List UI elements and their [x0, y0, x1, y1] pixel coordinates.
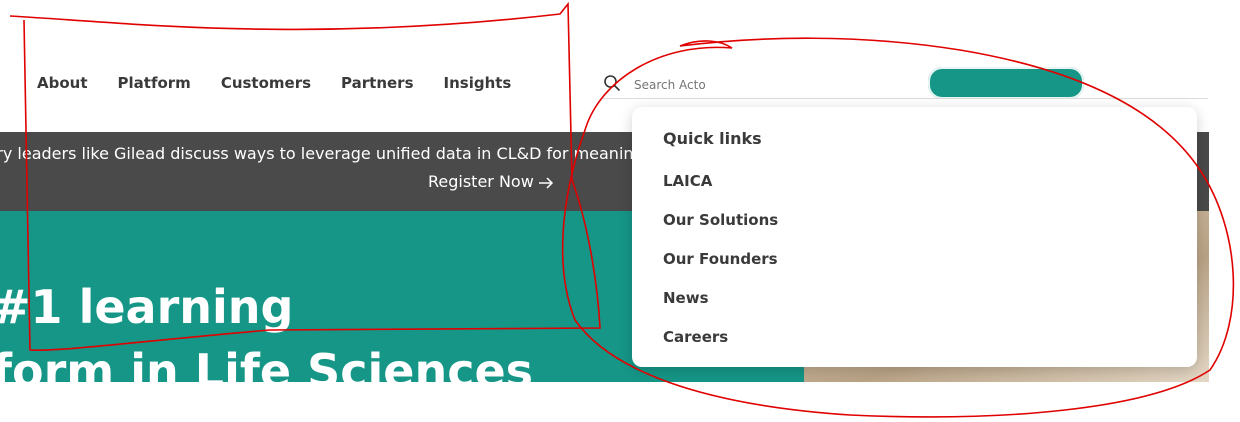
arrow-right-icon [538, 176, 553, 189]
nav-link-partners[interactable]: Partners [341, 72, 413, 94]
quick-link-our-founders[interactable]: Our Founders [663, 250, 778, 268]
hero-title: #1 learning form in Life Sciences [0, 275, 533, 382]
quick-link-our-solutions[interactable]: Our Solutions [663, 211, 778, 229]
hero-title-line1: #1 learning [0, 280, 294, 334]
page: About Platform Customers Partners Insigh… [0, 0, 1240, 422]
quick-link-laica[interactable]: LAICA [663, 172, 712, 190]
register-now-label: Register Now [428, 172, 534, 191]
quick-link-careers[interactable]: Careers [663, 328, 728, 346]
register-now-link[interactable]: Register Now [428, 172, 554, 191]
banner-text: try leaders like Gilead discuss ways to … [0, 144, 634, 163]
quick-link-news[interactable]: News [663, 289, 709, 307]
nav-link-insights[interactable]: Insights [444, 72, 512, 94]
search-input[interactable] [632, 74, 916, 96]
nav-link-about[interactable]: About [37, 72, 88, 94]
search-icon[interactable] [603, 74, 621, 92]
quick-links-heading: Quick links [663, 129, 762, 148]
hero-title-line2: form in Life Sciences [0, 344, 534, 382]
nav-link-platform[interactable]: Platform [118, 72, 191, 94]
search-dropdown: Quick links LAICA Our Solutions Our Foun… [632, 107, 1197, 367]
nav-links: About Platform Customers Partners Insigh… [37, 72, 541, 94]
nav-link-customers[interactable]: Customers [221, 72, 311, 94]
search-bar [602, 72, 1208, 99]
